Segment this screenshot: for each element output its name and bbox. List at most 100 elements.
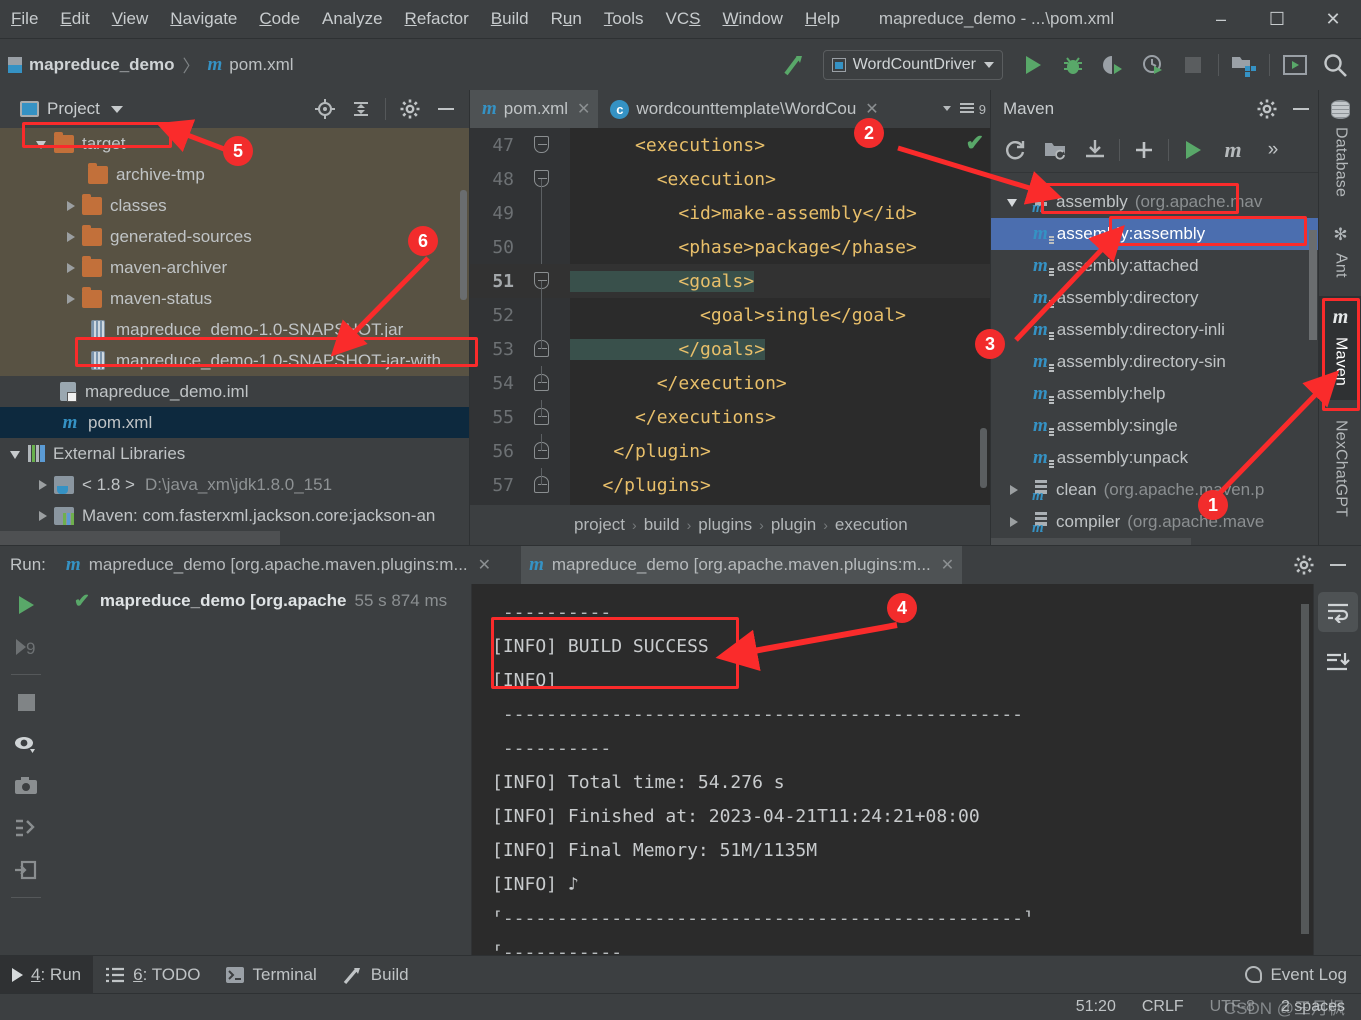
search-everywhere-icon[interactable] (1315, 45, 1355, 85)
maven-plugin-clean[interactable]: clean (org.apache.maven.p (991, 474, 1318, 506)
update-project-icon[interactable] (1275, 45, 1315, 85)
run-button[interactable] (1013, 45, 1053, 85)
tool-tab-ant[interactable]: ✻ Ant (1319, 215, 1361, 292)
tree-item-external-libraries[interactable]: External Libraries (0, 438, 469, 469)
close-icon[interactable]: ✕ (577, 99, 590, 119)
menu-tools[interactable]: Tools (593, 0, 655, 38)
stop-button[interactable] (1173, 45, 1213, 85)
close-button[interactable]: ✕ (1305, 0, 1361, 38)
tool-tab-nexchatgpt[interactable]: NexChatGPT (1319, 402, 1361, 531)
tabs-overflow[interactable]: 9 (941, 100, 990, 118)
caret-position[interactable]: 51:20 (1076, 998, 1116, 1016)
export-icon[interactable] (0, 849, 52, 891)
chevron-right-icon[interactable] (1005, 481, 1023, 499)
run-tab-1[interactable]: m mapreduce_demo [org.apache.maven.plugi… (58, 546, 499, 584)
maven-plugin-assembly[interactable]: assembly (org.apache.mav (991, 186, 1318, 218)
project-structure-icon[interactable] (1224, 45, 1264, 85)
run-with-coverage-icon[interactable] (1093, 45, 1133, 85)
run-result-row[interactable]: ✔ mapreduce_demo [org.apache 55 s 874 ms (52, 584, 471, 618)
tree-item-maven-status[interactable]: maven-status (0, 283, 469, 314)
minimize-button[interactable]: – (1193, 0, 1249, 38)
menu-build[interactable]: Build (480, 0, 540, 38)
scroll-to-end-icon[interactable] (1314, 638, 1361, 686)
maven-goals-tree[interactable]: assembly (org.apache.mav m assembly:asse… (991, 174, 1318, 545)
nav-project-name[interactable]: mapreduce_demo (29, 55, 175, 75)
reload-icon[interactable] (995, 130, 1035, 170)
event-log-button[interactable]: Event Log (1245, 965, 1361, 985)
close-icon[interactable]: ✕ (941, 555, 954, 575)
breadcrumb-plugins[interactable]: plugins (698, 515, 752, 535)
add-maven-project-icon[interactable] (1035, 130, 1075, 170)
close-icon[interactable]: ✕ (865, 99, 878, 119)
console-scrollbar[interactable] (1301, 604, 1309, 934)
profile-icon[interactable] (1133, 45, 1173, 85)
hide-panel-icon[interactable] (1284, 92, 1318, 126)
run-maven-goal-icon[interactable] (1173, 130, 1213, 170)
tree-item-iml[interactable]: mapreduce_demo.iml (0, 376, 469, 407)
chevron-down-icon[interactable] (34, 136, 50, 152)
menu-refactor[interactable]: Refactor (394, 0, 480, 38)
toolwindow-run[interactable]: 4: Run (0, 955, 94, 994)
stop-icon[interactable] (0, 681, 52, 723)
tab-pom-xml[interactable]: m pom.xml ✕ (470, 90, 599, 128)
tree-item-snapshot-jar[interactable]: mapreduce_demo-1.0-SNAPSHOT.jar (0, 314, 469, 345)
filter-eye-icon[interactable] (0, 723, 52, 765)
indent-setting[interactable]: 2 spaces (1281, 998, 1345, 1016)
breadcrumb-build[interactable]: build (644, 515, 680, 535)
console-output[interactable]: ---------- [INFO] BUILD SUCCESS [INFO] -… (472, 584, 1313, 955)
tree-item-partial[interactable] (0, 531, 280, 545)
menu-analyze[interactable]: Analyze (311, 0, 393, 38)
maven-goal-assembly-assembly[interactable]: m assembly:assembly (991, 218, 1318, 250)
chevron-right-icon[interactable] (34, 508, 50, 524)
tab-wordcount-class[interactable]: c wordcounttemplate\WordCou ✕ (598, 90, 886, 128)
breadcrumb-plugin[interactable]: plugin (771, 515, 816, 535)
tree-item-pom-xml[interactable]: m pom.xml (0, 407, 469, 438)
maven-goal-assembly-attached[interactable]: m assembly:attached (991, 250, 1318, 282)
maven-goal-assembly-directory[interactable]: m assembly:directory (991, 282, 1318, 314)
menu-code[interactable]: Code (248, 0, 311, 38)
code-editor[interactable]: ✔ 47 <executions> 48 <execution> 49 <id>… (470, 128, 990, 505)
project-tree[interactable]: target archive-tmp classes generated-sou… (0, 128, 469, 545)
toolwindow-terminal[interactable]: Terminal (213, 956, 329, 994)
hammer-icon[interactable] (773, 45, 813, 85)
menu-file[interactable]: File (0, 0, 49, 38)
locate-icon[interactable] (308, 92, 342, 126)
chevron-right-icon[interactable] (62, 291, 78, 307)
maximize-button[interactable]: ☐ (1249, 0, 1305, 38)
chevron-down-icon[interactable] (110, 105, 123, 113)
tree-item-classes[interactable]: classes (0, 190, 469, 221)
chevron-right-icon[interactable] (62, 229, 78, 245)
maven-plugin-compiler[interactable]: compiler (org.apache.mave (991, 506, 1318, 538)
file-encoding[interactable]: UTF-8 (1210, 998, 1255, 1016)
run-configuration-selector[interactable]: WordCountDriver (822, 50, 1003, 80)
maven-goal-assembly-unpack[interactable]: m assembly:unpack (991, 442, 1318, 474)
toolwindow-build[interactable]: Build (329, 956, 421, 994)
tree-item-jdk[interactable]: < 1.8 > D:\java_xm\jdk1.8.0_151 (0, 469, 469, 500)
tree-item-generated-sources[interactable]: generated-sources (0, 221, 469, 252)
tree-item-maven-jackson[interactable]: Maven: com.fasterxml.jackson.core:jackso… (0, 500, 469, 531)
chevron-right-icon[interactable] (34, 477, 50, 493)
breadcrumb-execution[interactable]: execution (835, 515, 908, 535)
menu-navigate[interactable]: Navigate (159, 0, 248, 38)
add-icon[interactable] (1124, 130, 1164, 170)
run-tab-2[interactable]: m mapreduce_demo [org.apache.maven.plugi… (521, 546, 963, 584)
breadcrumb-project[interactable]: project (574, 515, 625, 535)
more-icon[interactable]: » (1253, 130, 1293, 170)
chevron-right-icon[interactable] (62, 198, 78, 214)
rerun-failed-icon[interactable]: 9 (0, 626, 52, 668)
project-scrollbar[interactable] (460, 190, 467, 300)
close-icon[interactable]: ✕ (478, 555, 491, 575)
menu-run[interactable]: Run (540, 0, 593, 38)
collapse-all-icon[interactable] (344, 92, 378, 126)
nav-file-name[interactable]: pom.xml (229, 55, 293, 75)
settings-gear-icon[interactable] (393, 92, 427, 126)
toolwindow-todo[interactable]: 6: TODO (93, 956, 212, 994)
hide-panel-icon[interactable] (1321, 548, 1355, 582)
download-sources-icon[interactable] (1075, 130, 1115, 170)
hide-panel-icon[interactable] (429, 92, 463, 126)
settings-gear-icon[interactable] (1250, 92, 1284, 126)
maven-plugin-partial[interactable] (991, 538, 1191, 545)
settings-gear-icon[interactable] (1287, 548, 1321, 582)
tool-tab-database[interactable]: Database (1319, 90, 1361, 211)
debug-icon[interactable] (1053, 45, 1093, 85)
